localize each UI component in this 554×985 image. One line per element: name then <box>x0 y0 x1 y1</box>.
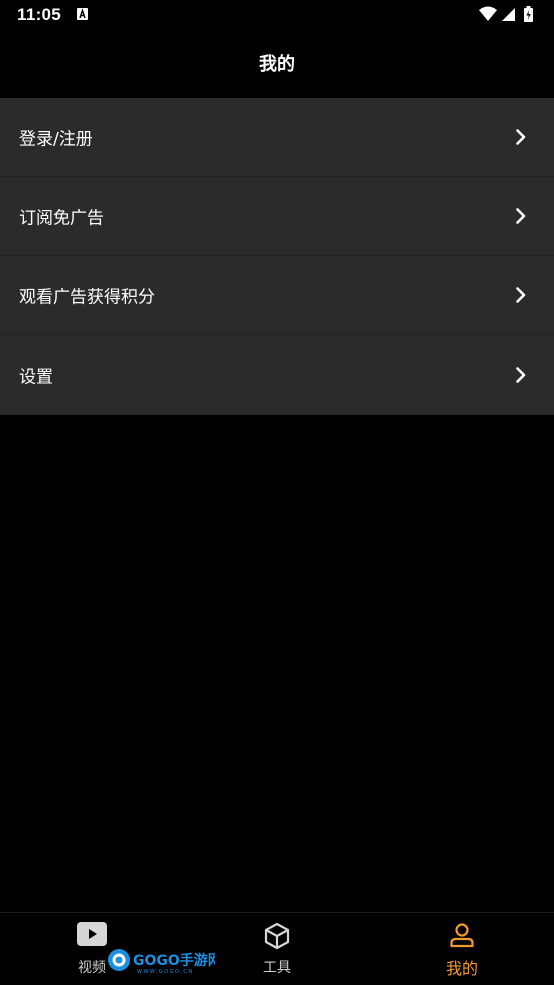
svg-text:WWW.GOGO.CN: WWW.GOGO.CN <box>137 969 194 975</box>
signal-icon <box>502 8 515 21</box>
svg-text:GOGO手游网: GOGO手游网 <box>133 952 215 969</box>
status-icons <box>479 6 533 22</box>
menu-item-label: 设置 <box>19 367 53 388</box>
menu-item-login[interactable]: 登录/注册 <box>0 98 554 177</box>
nav-label: 我的 <box>445 959 478 978</box>
a-notification-icon <box>77 8 88 20</box>
menu-item-label: 登录/注册 <box>19 129 93 150</box>
nav-tab-mine[interactable]: 我的 <box>370 913 554 985</box>
menu-item-subscribe[interactable]: 订阅免广告 <box>0 177 554 256</box>
menu-item-label: 观看广告获得积分 <box>19 287 155 308</box>
status-bar: 11:05 <box>0 0 554 30</box>
wifi-icon <box>479 6 497 21</box>
chevron-right-icon <box>516 367 526 383</box>
chevron-right-icon <box>516 287 526 303</box>
cube-icon <box>264 922 290 950</box>
chevron-right-icon <box>516 129 526 145</box>
battery-charging-icon <box>524 6 533 22</box>
chevron-right-icon <box>516 208 526 224</box>
page-title: 我的 <box>259 54 295 75</box>
menu-item-label: 订阅免广告 <box>19 208 104 229</box>
menu-list: 登录/注册 订阅免广告 观看广告获得积分 设置 <box>0 98 554 415</box>
menu-item-settings[interactable]: 设置 <box>0 335 554 415</box>
bottom-nav: 视频 工具 我的 <box>0 912 554 984</box>
person-icon <box>450 923 474 948</box>
status-time: 11:05 <box>17 5 62 24</box>
menu-item-watch-ads[interactable]: 观看广告获得积分 <box>0 256 554 335</box>
watermark-logo: GOGO手游网 WWW.GOGO.CN <box>108 949 215 975</box>
play-video-icon <box>77 922 107 946</box>
